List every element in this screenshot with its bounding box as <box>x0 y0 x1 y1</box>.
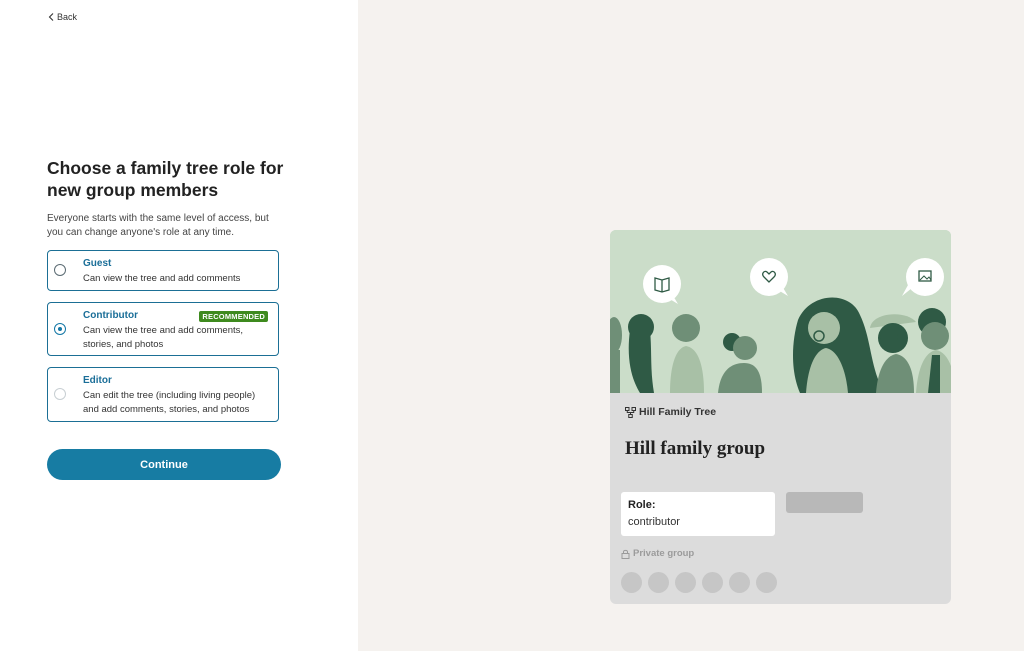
role-option-contributor[interactable]: Contributor RECOMMENDED Can view the tre… <box>47 302 279 356</box>
avatar <box>621 572 642 593</box>
group-name: Hill family group <box>625 438 766 459</box>
back-label: Back <box>57 12 78 22</box>
option-title-guest: Guest <box>83 258 112 269</box>
left-panel: Back Choose a family tree role for new g… <box>0 0 358 651</box>
option-desc-editor: Can edit the tree (including living peop… <box>83 390 256 415</box>
tree-name-row: Hill Family Tree <box>625 406 716 418</box>
avatar <box>702 572 723 593</box>
heart-icon <box>750 258 788 296</box>
group-preview-card: Hill Family Tree Hill family group Role:… <box>610 230 951 604</box>
radio-contributor[interactable] <box>54 323 66 335</box>
chevron-left-icon <box>48 13 54 21</box>
recommended-badge: RECOMMENDED <box>199 311 268 322</box>
member-avatars <box>621 572 777 593</box>
page-subtitle: Everyone starts with the same level of a… <box>47 213 269 238</box>
tree-name: Hill Family Tree <box>639 406 717 418</box>
avatar <box>675 572 696 593</box>
placeholder-pill <box>786 492 863 513</box>
option-desc-contributor: Can view the tree and add comments, stor… <box>83 325 244 350</box>
radio-guest[interactable] <box>54 264 66 276</box>
avatar <box>756 572 777 593</box>
page-title: Choose a family tree role for new group … <box>47 158 284 200</box>
avatar <box>729 572 750 593</box>
role-option-editor[interactable]: Editor Can edit the tree (including livi… <box>47 367 279 422</box>
role-value: contributor <box>628 516 680 528</box>
privacy-row: Private group <box>621 548 694 559</box>
role-box: Role: contributor <box>621 492 775 536</box>
people-illustration <box>610 230 951 393</box>
role-label: Role: <box>628 499 656 511</box>
radio-editor[interactable] <box>54 388 66 400</box>
back-link[interactable]: Back <box>48 12 77 22</box>
option-desc-guest: Can view the tree and add comments <box>83 273 241 284</box>
option-title-editor: Editor <box>83 375 112 386</box>
role-option-guest[interactable]: Guest Can view the tree and add comments <box>47 250 279 291</box>
continue-button[interactable]: Continue <box>47 449 281 480</box>
lock-icon <box>621 549 630 559</box>
family-tree-icon <box>625 406 636 418</box>
option-title-contributor: Contributor <box>83 310 138 321</box>
avatar <box>648 572 669 593</box>
privacy-label: Private group <box>633 548 695 559</box>
